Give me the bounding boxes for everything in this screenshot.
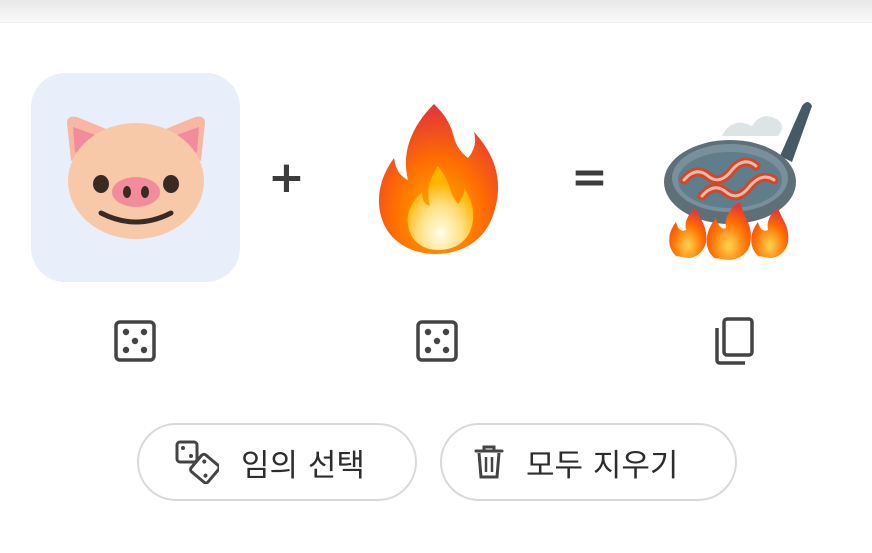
result-emoji[interactable] bbox=[662, 96, 814, 262]
clear-all-button[interactable]: 모두 지우기 bbox=[440, 423, 737, 501]
left-random-button[interactable] bbox=[110, 316, 160, 366]
plus-operator: + bbox=[268, 152, 305, 203]
copy-result-button[interactable] bbox=[708, 316, 758, 366]
copy-icon bbox=[715, 317, 754, 365]
clear-all-label: 모두 지우기 bbox=[526, 447, 679, 484]
equals-operator: = bbox=[571, 152, 608, 203]
middle-emoji-slot[interactable] bbox=[376, 100, 500, 255]
random-select-label: 임의 선택 bbox=[241, 447, 365, 484]
dice-icon bbox=[416, 320, 458, 362]
dice-icon bbox=[114, 320, 156, 362]
fire-icon bbox=[378, 104, 499, 254]
pig-face-icon bbox=[67, 116, 205, 239]
middle-random-button[interactable] bbox=[412, 316, 462, 366]
bacon-frying-icon bbox=[664, 102, 812, 260]
shuffle-dice-icon bbox=[175, 440, 219, 484]
random-select-button[interactable]: 임의 선택 bbox=[137, 423, 417, 501]
left-emoji-slot[interactable] bbox=[31, 73, 240, 282]
top-bar bbox=[0, 0, 872, 23]
trash-icon bbox=[474, 444, 504, 480]
